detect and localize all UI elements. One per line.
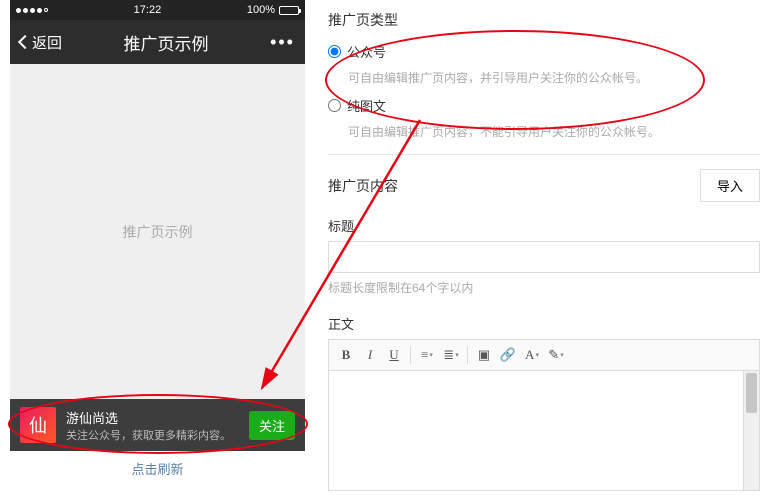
phone-body: 推广页示例 bbox=[10, 64, 305, 399]
title-hint: 标题长度限制在64个字以内 bbox=[328, 279, 760, 296]
battery-percent: 100% bbox=[247, 4, 275, 16]
radio-desc: 可自由编辑推广页内容，并引导用户关注你的公众帐号。 bbox=[348, 69, 760, 86]
content-section-label: 推广页内容 bbox=[328, 176, 398, 196]
radio-option-text[interactable]: 纯图文 bbox=[328, 96, 760, 115]
battery-icon bbox=[279, 6, 299, 15]
title-label: 标题 bbox=[328, 216, 760, 235]
refresh-link[interactable]: 点击刷新 bbox=[10, 451, 305, 486]
back-label: 返回 bbox=[32, 32, 62, 53]
status-time: 17:22 bbox=[134, 4, 162, 16]
account-subtitle: 关注公众号，获取更多精彩内容。 bbox=[66, 427, 239, 443]
radio-label: 公众号 bbox=[347, 42, 386, 61]
body-placeholder: 推广页示例 bbox=[123, 222, 193, 242]
toolbar-separator bbox=[410, 346, 411, 364]
import-button[interactable]: 导入 bbox=[700, 169, 760, 202]
bold-button[interactable]: B bbox=[335, 344, 357, 366]
content-header: 推广页内容 导入 bbox=[328, 169, 760, 202]
bg-color-button[interactable]: ✎▾ bbox=[545, 344, 567, 366]
unordered-list-button[interactable]: ≣▾ bbox=[440, 344, 462, 366]
type-radio-group: 公众号 可自由编辑推广页内容，并引导用户关注你的公众帐号。 纯图文 可自由编辑推… bbox=[328, 42, 760, 140]
nav-title: 推广页示例 bbox=[124, 30, 209, 55]
account-avatar: 仙 bbox=[20, 407, 56, 443]
font-color-button[interactable]: A▾ bbox=[521, 344, 543, 366]
radio-input[interactable] bbox=[328, 45, 341, 58]
radio-label: 纯图文 bbox=[347, 96, 386, 115]
toolbar-separator bbox=[467, 346, 468, 364]
radio-input[interactable] bbox=[328, 99, 341, 112]
phone-status-bar: 17:22 100% bbox=[10, 0, 305, 20]
type-section-label: 推广页类型 bbox=[328, 10, 760, 30]
more-button[interactable]: ••• bbox=[270, 32, 295, 53]
italic-button[interactable]: I bbox=[359, 344, 381, 366]
underline-button[interactable]: U bbox=[383, 344, 405, 366]
status-right: 100% bbox=[247, 4, 299, 16]
ordered-list-button[interactable]: ≡▾ bbox=[416, 344, 438, 366]
body-label: 正文 bbox=[328, 314, 760, 333]
banner-text: 游仙尚选 关注公众号，获取更多精彩内容。 bbox=[66, 408, 239, 443]
follow-button[interactable]: 关注 bbox=[249, 411, 295, 440]
signal-dots-icon bbox=[16, 8, 48, 13]
follow-banner: 仙 游仙尚选 关注公众号，获取更多精彩内容。 关注 bbox=[10, 399, 305, 451]
chevron-left-icon bbox=[18, 35, 32, 49]
phone-nav-bar: 返回 推广页示例 ••• bbox=[10, 20, 305, 64]
radio-option-official[interactable]: 公众号 bbox=[328, 42, 760, 61]
title-input[interactable] bbox=[328, 241, 760, 273]
scroll-thumb[interactable] bbox=[746, 373, 757, 413]
divider bbox=[328, 154, 760, 155]
back-button[interactable]: 返回 bbox=[20, 32, 62, 53]
phone-mockup: 17:22 100% 返回 推广页示例 ••• 推广页示例 仙 游仙尚选 关注公… bbox=[10, 0, 305, 486]
image-button[interactable]: ▣ bbox=[473, 344, 495, 366]
scrollbar[interactable] bbox=[743, 371, 759, 490]
link-button[interactable]: 🔗 bbox=[497, 344, 519, 366]
config-panel: 推广页类型 公众号 可自由编辑推广页内容，并引导用户关注你的公众帐号。 纯图文 … bbox=[328, 10, 760, 491]
editor-body[interactable] bbox=[328, 371, 760, 491]
radio-desc: 可自由编辑推广页内容，不能引导用户关注你的公众帐号。 bbox=[348, 123, 760, 140]
account-name: 游仙尚选 bbox=[66, 408, 239, 427]
editor-toolbar: B I U ≡▾ ≣▾ ▣ 🔗 A▾ ✎▾ bbox=[328, 339, 760, 371]
